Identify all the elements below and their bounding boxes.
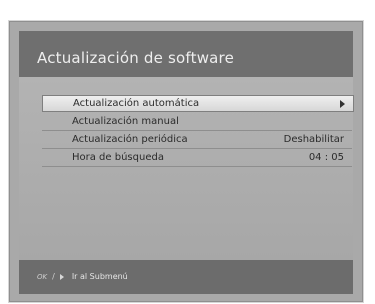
- tv-menu-screen: Actualización de software Actualización …: [8, 20, 364, 303]
- menu-item-label: Actualización automática: [73, 98, 200, 109]
- right-arrow-icon: [340, 100, 345, 108]
- menu-item-value: 04 : 05: [308, 152, 344, 163]
- menu-item-search-time[interactable]: Hora de búsqueda 04 : 05: [42, 150, 352, 167]
- separator: /: [52, 272, 55, 281]
- menu-item-label: Hora de búsqueda: [72, 152, 164, 163]
- menu-item-manual-update[interactable]: Actualización manual: [42, 114, 352, 131]
- menu-content: Actualización automática Actualización m…: [19, 77, 354, 260]
- menu-item-label: Actualización manual: [72, 116, 179, 127]
- page-title: Actualización de software: [37, 49, 235, 67]
- right-arrow-icon: [59, 273, 64, 280]
- help-text: Ir al Submenú: [71, 272, 128, 281]
- menu-item-auto-update[interactable]: Actualización automática: [42, 95, 354, 112]
- menu-item-label: Actualización periódica: [72, 134, 188, 145]
- help-bar: OK / Ir al Submenú: [19, 260, 353, 294]
- menu-item-periodic-update[interactable]: Actualización periódica Deshabilitar: [42, 132, 352, 149]
- menu-item-value: Deshabilitar: [283, 134, 344, 145]
- help-hint: OK / Ir al Submenú: [37, 272, 128, 281]
- ok-icon: OK: [37, 272, 48, 281]
- title-bar: Actualización de software: [19, 31, 353, 78]
